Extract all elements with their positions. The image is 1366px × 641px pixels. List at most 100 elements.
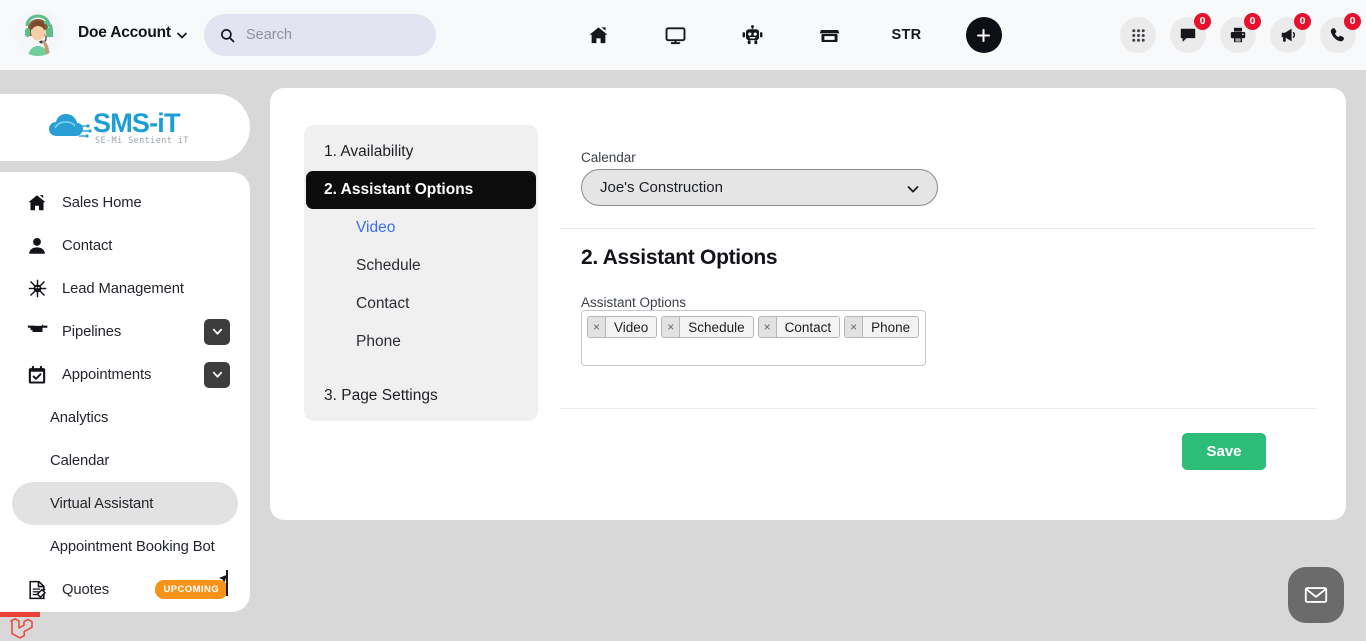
calendar-select[interactable]: Joe's Construction xyxy=(581,169,938,206)
remove-tag-icon[interactable]: × xyxy=(662,317,681,337)
main-nav-icons: STR xyxy=(560,0,1022,70)
calendar-field-label: Calendar xyxy=(581,150,636,165)
add-button-wrap xyxy=(945,0,1022,70)
remove-tag-icon[interactable]: × xyxy=(758,317,777,337)
sidebar-item-analytics[interactable]: Analytics xyxy=(12,396,238,439)
form-pane: Calendar Joe's Construction 2. Assistant… xyxy=(560,88,1346,520)
sidebar-label: Pipelines xyxy=(62,323,122,340)
sidebar-item-contact[interactable]: Contact xyxy=(12,224,238,267)
tag-schedule[interactable]: × Schedule xyxy=(661,316,754,338)
envelope-icon xyxy=(1304,587,1328,603)
pipeline-icon xyxy=(24,323,50,340)
laravel-logo-icon[interactable] xyxy=(9,615,33,639)
substep-label: Schedule xyxy=(356,257,421,274)
tag-label: Phone xyxy=(863,317,919,337)
app-root: Doe Account Search STR 0 0 0 0 SMS-iT SE… xyxy=(0,0,1366,641)
divider-bottom xyxy=(560,408,1316,409)
sidebar-label: Sales Home xyxy=(62,194,142,211)
sidebar-label: Calendar xyxy=(50,452,110,469)
step-separator xyxy=(304,361,538,377)
avatar[interactable] xyxy=(15,10,61,56)
search-input[interactable]: Search xyxy=(204,14,436,56)
nav-monitor-icon[interactable] xyxy=(637,0,714,70)
nav-store-icon[interactable] xyxy=(791,0,868,70)
sidebar-label: Contact xyxy=(62,237,113,254)
tag-video[interactable]: × Video xyxy=(587,316,658,338)
sidebar-item-appointment-booking-bot[interactable]: Appointment Booking Bot xyxy=(12,525,238,568)
substep-video[interactable]: Video xyxy=(304,209,538,247)
divider-top xyxy=(560,228,1316,229)
sidebar-item-pipelines[interactable]: Pipelines xyxy=(12,310,238,353)
tag-contact[interactable]: × Contact xyxy=(757,316,841,338)
sidebar-label: Appointments xyxy=(62,366,152,383)
home-icon xyxy=(24,193,50,213)
sidebar-item-quotes[interactable]: Quotes UPCOMING xyxy=(12,568,238,611)
brand-logo: SMS-iT SE-Mi Sentient iT xyxy=(45,106,205,150)
megaphone-badge: 0 xyxy=(1294,13,1311,30)
messages-icon[interactable]: 0 xyxy=(1170,13,1211,53)
sidebar-item-lead-management[interactable]: Lead Management xyxy=(12,267,238,310)
tag-label: Contact xyxy=(776,317,840,337)
sidebar-label: Analytics xyxy=(50,409,109,426)
step-navigation-panel: 1. Availability 2. Assistant Options Vid… xyxy=(304,125,538,421)
calendar-check-icon xyxy=(24,365,50,385)
nav-str-label[interactable]: STR xyxy=(868,0,945,70)
brand-logo-text: SMS-iT xyxy=(93,107,181,138)
sidebar-label: Appointment Booking Bot xyxy=(50,538,215,555)
step-page-settings[interactable]: 3. Page Settings xyxy=(304,377,538,415)
megaphone-icon[interactable]: 0 xyxy=(1270,13,1311,53)
substep-label: Phone xyxy=(356,333,401,350)
substep-label: Video xyxy=(356,219,396,236)
chat-widget-button[interactable] xyxy=(1288,567,1344,623)
chevron-down-icon[interactable] xyxy=(176,28,187,39)
substep-phone[interactable]: Phone xyxy=(304,323,538,361)
chevron-down-icon[interactable] xyxy=(204,361,230,388)
assistant-options-multiselect[interactable]: × Video × Schedule × Contact × Phone xyxy=(581,310,926,366)
account-name[interactable]: Doe Account xyxy=(78,24,171,42)
tag-label: Schedule xyxy=(680,317,753,337)
text-cursor xyxy=(226,570,228,596)
sidebar-item-sales-home[interactable]: Sales Home xyxy=(12,181,238,224)
step-label: 2. Assistant Options xyxy=(324,181,474,198)
nav-robot-icon[interactable] xyxy=(714,0,791,70)
substep-label: Contact xyxy=(356,295,410,312)
substep-contact[interactable]: Contact xyxy=(304,285,538,323)
search-icon xyxy=(220,28,235,43)
step-label: 3. Page Settings xyxy=(324,387,438,404)
top-navigation-bar: Doe Account Search STR 0 0 0 0 xyxy=(0,0,1366,70)
chevron-down-icon xyxy=(906,182,920,201)
chevron-down-icon[interactable] xyxy=(204,318,230,345)
sidebar-label: Virtual Assistant xyxy=(50,495,154,512)
nav-str-text: STR xyxy=(891,27,922,43)
nav-home-icon[interactable] xyxy=(560,0,637,70)
tag-label: Video xyxy=(606,317,657,337)
add-button[interactable] xyxy=(965,17,1002,53)
save-button[interactable]: Save xyxy=(1182,433,1266,470)
phone-icon[interactable]: 0 xyxy=(1320,13,1361,53)
tag-phone[interactable]: × Phone xyxy=(844,316,920,338)
step-label: 1. Availability xyxy=(324,143,414,160)
cloud-network-icon xyxy=(49,113,92,138)
assistant-options-label: Assistant Options xyxy=(581,295,687,310)
search-placeholder: Search xyxy=(246,27,292,43)
printer-icon[interactable]: 0 xyxy=(1220,13,1261,53)
brand-logo-tagline: SE-Mi Sentient iT xyxy=(95,135,189,146)
sidebar-item-appointments[interactable]: Appointments xyxy=(12,353,238,396)
sidebar-label: Quotes xyxy=(62,581,110,598)
step-availability[interactable]: 1. Availability xyxy=(304,133,538,171)
brand-logo-card[interactable]: SMS-iT SE-Mi Sentient iT xyxy=(0,94,250,161)
step-assistant-options[interactable]: 2. Assistant Options xyxy=(306,171,536,209)
apps-grid-icon[interactable] xyxy=(1120,17,1156,53)
remove-tag-icon[interactable]: × xyxy=(845,317,864,337)
phone-badge: 0 xyxy=(1344,13,1361,30)
sidebar-navigation: Sales Home Contact Lead Management Pipel… xyxy=(0,172,250,612)
sidebar-item-virtual-assistant[interactable]: Virtual Assistant xyxy=(12,482,238,525)
messages-badge: 0 xyxy=(1194,13,1211,30)
main-content-card: 1. Availability 2. Assistant Options Vid… xyxy=(270,88,1346,520)
printer-badge: 0 xyxy=(1244,13,1261,30)
utility-icons: 0 0 0 0 xyxy=(1120,0,1361,70)
substep-schedule[interactable]: Schedule xyxy=(304,247,538,285)
sidebar-label: Lead Management xyxy=(62,280,184,297)
sidebar-item-calendar[interactable]: Calendar xyxy=(12,439,238,482)
remove-tag-icon[interactable]: × xyxy=(588,317,606,337)
